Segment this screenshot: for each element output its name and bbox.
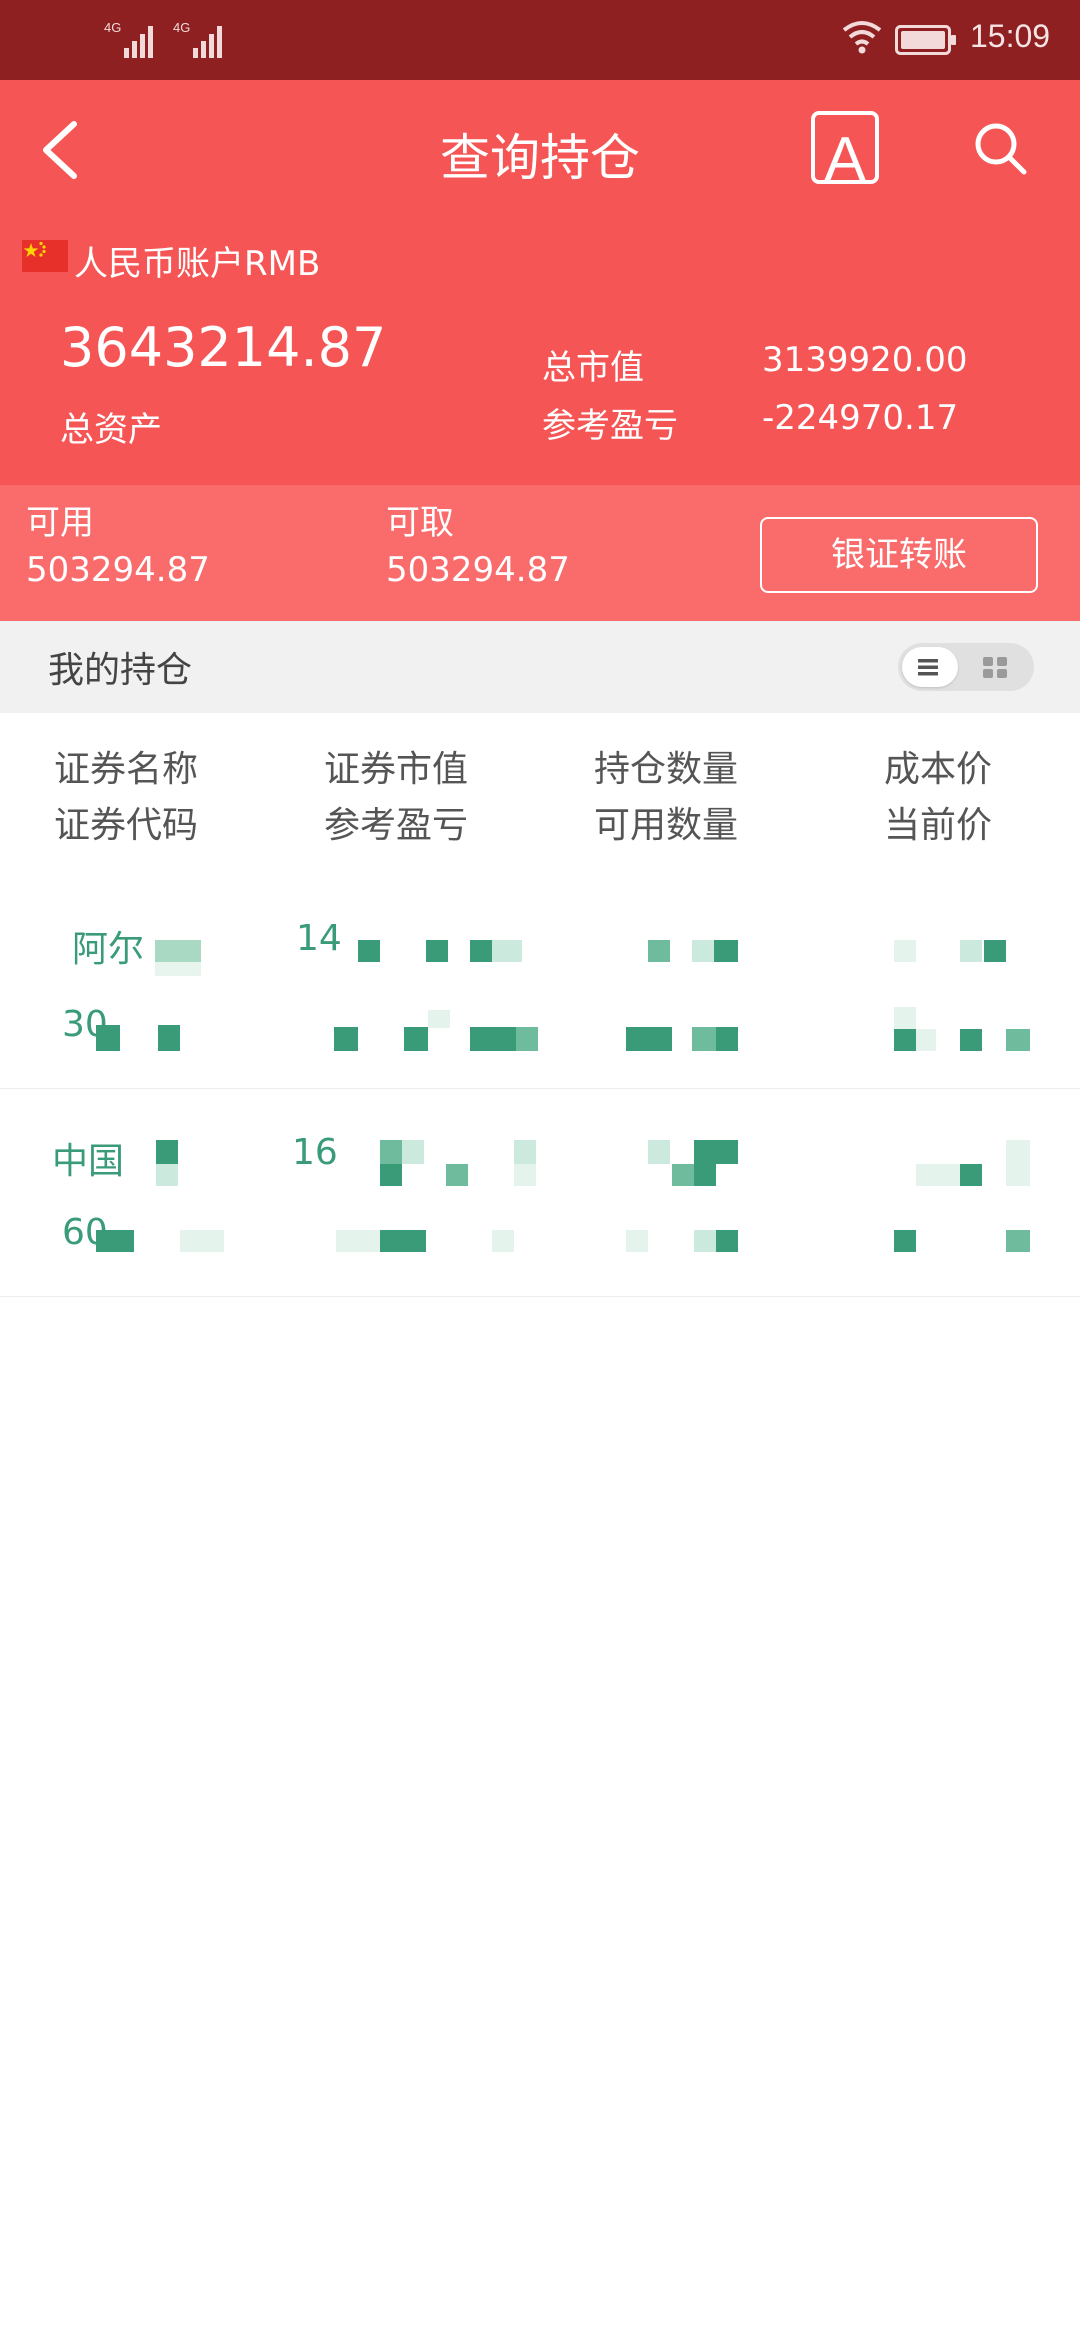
market-value-label: 总市值 [542, 348, 644, 388]
funds-strip: 可用 503294.87 可取 503294.87 银证转账 [0, 485, 1080, 621]
column-profit-label: 参考盈亏 [324, 805, 469, 846]
profit-label: 参考盈亏 [542, 406, 678, 446]
search-icon[interactable] [970, 118, 1030, 178]
redacted-mosaic [0, 1088, 1080, 1296]
available-value: 503294.87 [26, 550, 210, 590]
column-market-value-label: 证券市值 [324, 749, 469, 790]
column-current-price-label: 当前价 [884, 805, 993, 846]
battery-icon [895, 25, 956, 55]
china-flag-icon [22, 240, 68, 272]
sim1-network-label: 4G [104, 20, 122, 35]
table-row[interactable]: 中国 60 16 [0, 1088, 1080, 1297]
section-title: 我的持仓 [48, 650, 193, 691]
column-name-label: 证券名称 [54, 749, 199, 790]
column-header-name: 证券名称 证券代码 [54, 742, 198, 854]
table-row[interactable]: 阿尔 30 14 [0, 880, 1080, 1089]
font-size-icon[interactable]: A [810, 110, 880, 185]
wifi-icon [842, 21, 882, 54]
column-available-quantity-label: 可用数量 [594, 805, 739, 846]
holdings-section-header: 我的持仓 [0, 621, 1080, 713]
column-code-label: 证券代码 [54, 805, 199, 846]
status-bar: 4G 4G 15:09 [0, 0, 1080, 80]
column-header-quantity: 持仓数量 可用数量 [594, 742, 738, 854]
column-quantity-label: 持仓数量 [594, 749, 739, 790]
sim2-network-label: 4G [173, 20, 191, 35]
withdrawable-value: 503294.87 [386, 550, 570, 590]
page-title: 查询持仓 [440, 129, 640, 187]
list-view-icon[interactable] [914, 653, 942, 681]
bank-transfer-button[interactable]: 银证转账 [760, 517, 1038, 593]
account-label: 人民币账户RMB [74, 244, 321, 284]
profit-value: -224970.17 [762, 398, 959, 438]
column-cost-price-label: 成本价 [884, 749, 993, 790]
market-value: 3139920.00 [762, 340, 968, 380]
available-label: 可用 [26, 503, 94, 543]
grid-view-icon[interactable] [982, 656, 1008, 680]
column-header-price: 成本价 当前价 [884, 742, 992, 854]
redacted-mosaic [0, 880, 1080, 1088]
total-assets-label: 总资产 [60, 410, 162, 450]
status-time: 15:09 [970, 18, 1051, 54]
font-size-glyph: A [824, 125, 866, 185]
total-assets-value: 3643214.87 [60, 316, 387, 379]
column-header-value: 证券市值 参考盈亏 [324, 742, 468, 854]
view-toggle[interactable] [898, 643, 1034, 691]
withdrawable-label: 可取 [386, 503, 454, 543]
